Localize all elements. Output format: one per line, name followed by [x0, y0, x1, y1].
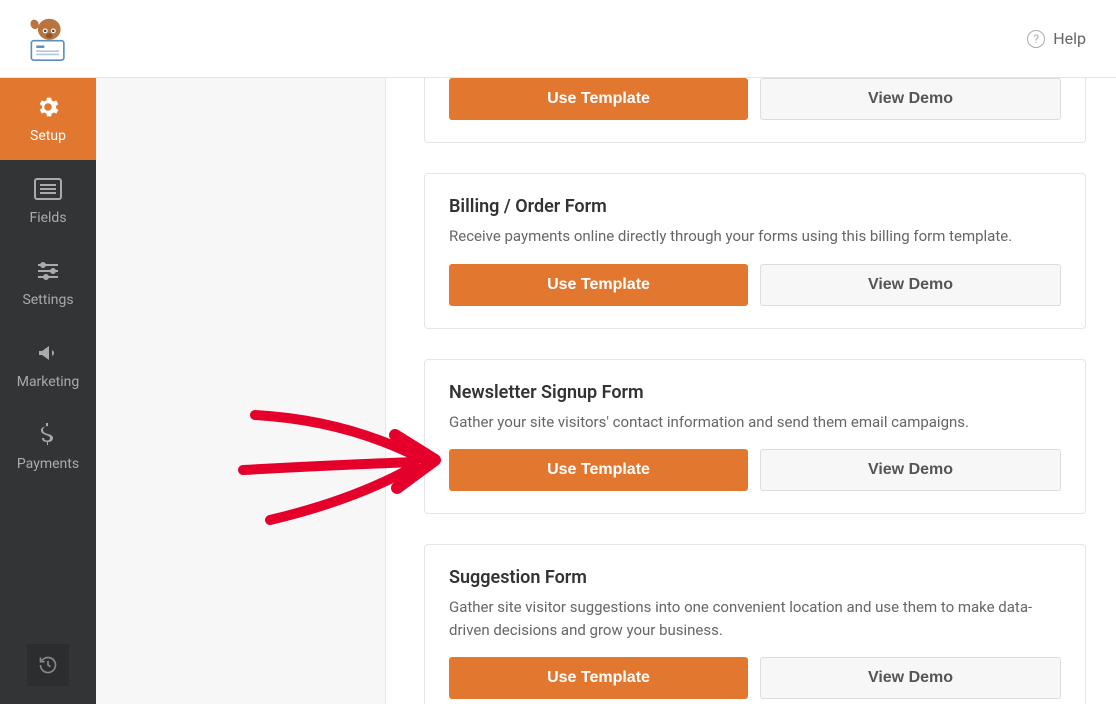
- view-demo-button[interactable]: View Demo: [760, 78, 1061, 120]
- help-label: Help: [1053, 29, 1086, 48]
- sidebar-item-label: Payments: [17, 456, 79, 472]
- sidebar: Setup Fields Settings Marketing Payments: [0, 78, 96, 704]
- sidebar-item-payments[interactable]: Payments: [0, 406, 96, 488]
- template-card-newsletter: Newsletter Signup Form Gather your site …: [424, 359, 1086, 515]
- history-button[interactable]: [27, 644, 69, 686]
- list-icon: [34, 176, 62, 202]
- history-icon: [38, 655, 58, 675]
- use-template-button[interactable]: Use Template: [449, 657, 748, 699]
- template-title: Suggestion Form: [449, 567, 1061, 588]
- sidebar-item-fields[interactable]: Fields: [0, 160, 96, 242]
- template-button-row: Use Template View Demo: [449, 449, 1061, 491]
- megaphone-icon: [36, 340, 60, 366]
- view-demo-button[interactable]: View Demo: [760, 657, 1061, 699]
- sidebar-item-label: Setup: [30, 128, 66, 144]
- use-template-button[interactable]: Use Template: [449, 78, 748, 120]
- use-template-button[interactable]: Use Template: [449, 264, 748, 306]
- sidebar-item-label: Marketing: [17, 374, 80, 390]
- dollar-icon: [40, 422, 56, 448]
- logo[interactable]: [20, 13, 72, 65]
- sidebar-item-setup[interactable]: Setup: [0, 78, 96, 160]
- template-description: Gather site visitor suggestions into one…: [449, 596, 1061, 641]
- template-button-row: Use Template View Demo: [449, 264, 1061, 306]
- template-description: Receive payments online directly through…: [449, 225, 1061, 248]
- sidebar-item-label: Fields: [29, 210, 66, 226]
- sidebar-item-marketing[interactable]: Marketing: [0, 324, 96, 406]
- help-icon: ?: [1027, 30, 1045, 48]
- container: Setup Fields Settings Marketing Payments: [0, 78, 1116, 704]
- sidebar-item-label: Settings: [22, 292, 73, 308]
- help-button[interactable]: ? Help: [1027, 29, 1086, 48]
- sidebar-item-settings[interactable]: Settings: [0, 242, 96, 324]
- sliders-icon: [36, 258, 60, 284]
- sidebar-bottom: [0, 626, 96, 704]
- view-demo-button[interactable]: View Demo: [760, 449, 1061, 491]
- main-content: Use Template View Demo Billing / Order F…: [386, 78, 1116, 704]
- template-card-suggestion: Suggestion Form Gather site visitor sugg…: [424, 544, 1086, 704]
- view-demo-button[interactable]: View Demo: [760, 264, 1061, 306]
- template-card: Use Template View Demo: [424, 78, 1086, 143]
- gear-icon: [35, 94, 61, 120]
- template-title: Newsletter Signup Form: [449, 382, 1061, 403]
- use-template-button[interactable]: Use Template: [449, 449, 748, 491]
- template-card-billing: Billing / Order Form Receive payments on…: [424, 173, 1086, 329]
- template-button-row: Use Template View Demo: [449, 657, 1061, 699]
- topbar: ? Help: [0, 0, 1116, 78]
- template-button-row: Use Template View Demo: [449, 78, 1061, 120]
- template-title: Billing / Order Form: [449, 196, 1061, 217]
- secondary-panel: [96, 78, 386, 704]
- template-description: Gather your site visitors' contact infor…: [449, 411, 1061, 434]
- wpforms-logo-icon: [20, 13, 72, 65]
